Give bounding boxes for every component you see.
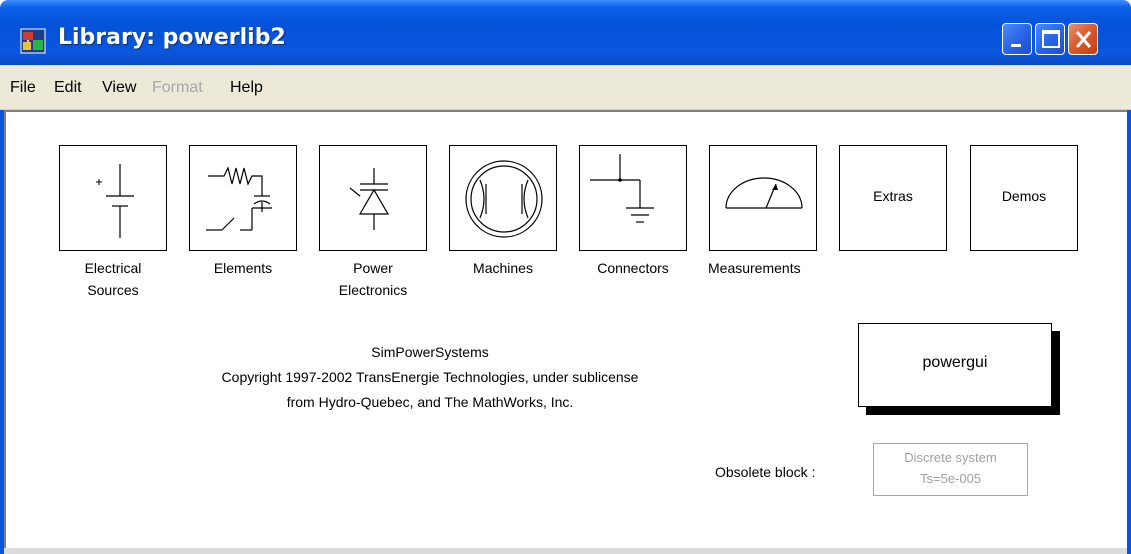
block-extras-label: Extras xyxy=(873,188,913,204)
menu-help[interactable]: Help xyxy=(230,79,263,97)
copyright-notice: SimPowerSystems Copyright 1997-2002 Tran… xyxy=(80,340,780,415)
label-connectors: Connectors xyxy=(578,257,688,279)
label-machines: Machines xyxy=(448,257,558,279)
window-frame-right xyxy=(1127,110,1131,554)
block-elements[interactable] xyxy=(189,145,297,251)
discrete-system-line2: Ts=5e-005 xyxy=(919,471,982,486)
menu-view[interactable]: View xyxy=(102,79,136,97)
menu-file[interactable]: File xyxy=(10,79,36,97)
powergui-label: powergui xyxy=(922,354,988,371)
label-electrical-sources-line2: Sources xyxy=(87,282,139,298)
menu-edit[interactable]: Edit xyxy=(54,79,82,97)
copyright-line3: from Hydro-Quebec, and The MathWorks, In… xyxy=(286,394,574,410)
block-power-electronics[interactable] xyxy=(319,145,427,251)
block-electrical-sources[interactable] xyxy=(59,145,167,251)
close-button[interactable] xyxy=(1068,23,1098,55)
menu-format[interactable]: Format xyxy=(152,79,203,97)
label-measurements-line1: Measurements xyxy=(708,260,801,276)
close-icon xyxy=(1075,31,1092,48)
maximize-button[interactable] xyxy=(1035,23,1065,55)
label-power-electronics-line2: Electronics xyxy=(338,282,408,298)
window-title: Library: powerlib2 xyxy=(58,25,286,50)
label-machines-line1: Machines xyxy=(473,260,533,276)
minimize-button[interactable] xyxy=(1002,23,1032,55)
label-power-electronics: Power Electronics xyxy=(318,257,428,301)
label-measurements: Measurements xyxy=(708,257,838,279)
meter-gauge-icon xyxy=(725,177,803,209)
simulink-library-icon xyxy=(20,28,46,54)
thyristor-icon xyxy=(349,168,390,230)
dc-source-icon xyxy=(96,164,134,238)
rlc-elements-icon xyxy=(206,166,272,231)
ground-connector-icon xyxy=(590,154,654,223)
block-connectors[interactable] xyxy=(579,145,687,251)
block-demos[interactable]: Demos xyxy=(970,145,1078,251)
powergui-block[interactable]: powergui xyxy=(858,323,1052,407)
copyright-line1: SimPowerSystems xyxy=(371,344,489,360)
block-measurements[interactable] xyxy=(709,145,817,251)
block-extras[interactable]: Extras xyxy=(839,145,947,251)
discrete-system-line1: Discrete system xyxy=(904,450,997,465)
label-electrical-sources: Electrical Sources xyxy=(58,257,168,301)
title-bar[interactable]: Library: powerlib2 xyxy=(0,0,1131,65)
obsolete-block-label: Obsolete block : xyxy=(715,464,816,480)
machine-icon xyxy=(465,160,543,238)
window-frame-bottom xyxy=(4,548,1127,554)
discrete-system-block[interactable]: Discrete system Ts=5e-005 xyxy=(873,443,1028,496)
maximize-icon xyxy=(1042,30,1060,48)
label-elements: Elements xyxy=(188,257,298,279)
menu-bar: File Edit View Format Help xyxy=(0,65,1131,110)
label-power-electronics-line1: Power xyxy=(353,260,393,276)
minimize-icon xyxy=(1011,44,1021,47)
label-connectors-line1: Connectors xyxy=(597,260,669,276)
label-electrical-sources-line1: Electrical xyxy=(84,260,142,276)
label-elements-line1: Elements xyxy=(213,260,273,276)
block-demos-label: Demos xyxy=(1001,188,1047,204)
block-machines[interactable] xyxy=(449,145,557,251)
copyright-line2: Copyright 1997-2002 TransEnergie Technol… xyxy=(221,369,639,385)
